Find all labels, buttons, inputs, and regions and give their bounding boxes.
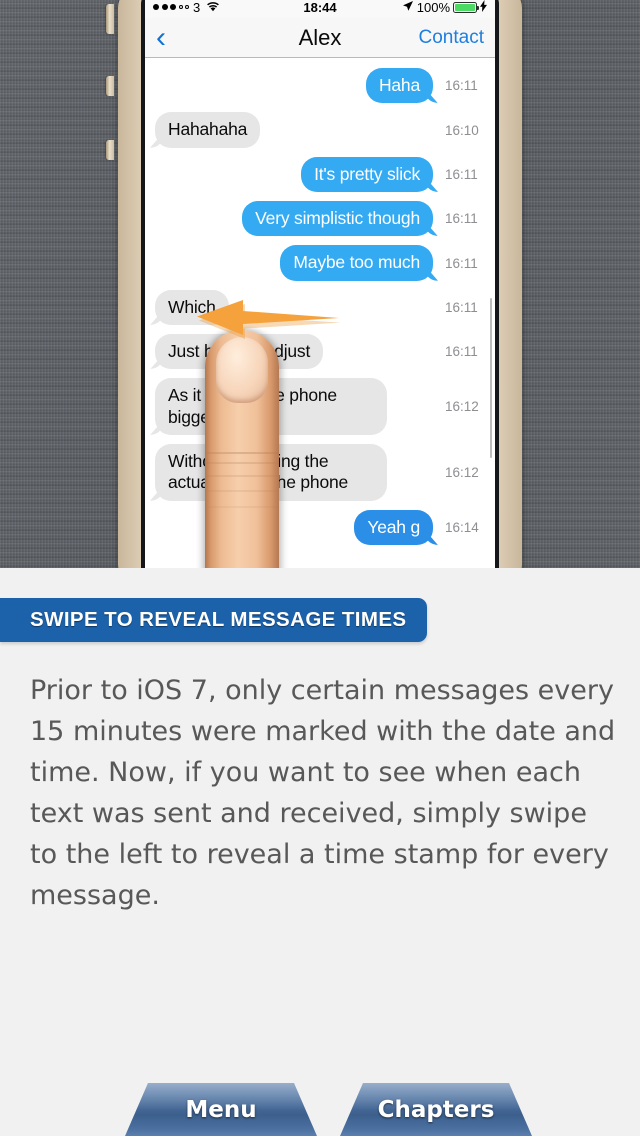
message-bubble[interactable]: Very simplistic though [242,201,433,237]
message-timestamp: 16:11 [445,166,478,182]
message-bubble[interactable]: Yeah g [354,509,433,546]
message-timestamp: 16:14 [445,519,479,535]
bottom-button-bar: Menu Chapters [0,1083,640,1136]
message-bubble[interactable]: Hahahaha [155,112,261,148]
message-row: Yeah g 16:14 [145,509,495,546]
message-row: Hahahaha 16:10 [145,112,495,148]
message-timestamp: 16:12 [445,399,479,415]
message-timestamp: 16:11 [445,344,478,360]
lightning-bolt-icon [480,0,487,15]
carrier-label: 3 [193,0,201,15]
message-bubble[interactable]: Haha [365,68,433,104]
location-arrow-icon [402,0,414,15]
message-timestamp: 16:12 [445,464,479,480]
message-timestamp: 16:11 [445,78,478,94]
tutorial-paragraph: Prior to iOS 7, only certain messages ev… [30,675,616,911]
volume-down-button [106,140,114,160]
battery-full-icon [453,1,479,13]
message-row: Just have to adjust 16:11 [145,334,495,370]
iphone-screen: 3 18:44 100% ‹ Alex Contact Haha 16:11 H… [145,0,495,568]
tutorial-text-panel: SWIPE TO REVEAL MESSAGE TIMES Prior to i… [0,568,640,1136]
status-bar-clock: 18:44 [303,0,337,15]
ios-status-bar: 3 18:44 100% [145,0,495,18]
section-banner-label: SWIPE TO REVEAL MESSAGE TIMES [30,608,407,631]
message-row: Very simplistic though 16:11 [145,201,495,237]
messages-nav-bar: ‹ Alex Contact [145,18,495,58]
message-row: Which 16:11 [145,289,495,326]
message-row: It's pretty slick 16:11 [145,156,495,193]
message-row: As it makes the phone bigger 16:12 [145,378,495,436]
status-bar-right: 100% [337,0,487,15]
message-list[interactable]: Haha 16:11 Hahahaha 16:10 It's pretty sl… [145,58,495,568]
message-timestamp: 16:10 [445,122,479,138]
message-timestamp: 16:11 [445,255,478,271]
message-bubble[interactable]: It's pretty slick [301,156,433,193]
status-bar-left: 3 [153,0,303,15]
chapters-button-label: Chapters [377,1096,495,1123]
fingernail [216,337,268,403]
menu-button[interactable]: Menu [125,1083,317,1136]
silence-switch [106,4,114,34]
contact-button[interactable]: Contact [419,27,484,49]
message-timestamp: 16:11 [445,211,478,227]
section-banner: SWIPE TO REVEAL MESSAGE TIMES [0,598,427,642]
signal-strength-icon [153,4,189,10]
message-row: Haha 16:11 [145,68,495,104]
tutorial-screenshot-photo: 3 18:44 100% ‹ Alex Contact Haha 16:11 H… [0,0,640,568]
wifi-icon [206,0,220,15]
message-row: Without changing the actual size of the … [145,444,495,501]
volume-up-button [106,76,114,96]
message-bubble[interactable]: Which [155,289,229,326]
menu-button-label: Menu [185,1096,257,1123]
message-row: Maybe too much 16:11 [145,245,495,281]
chapters-button[interactable]: Chapters [340,1083,532,1136]
finger-swiping-icon [205,330,279,568]
battery-percent-label: 100% [416,0,450,15]
message-bubble[interactable]: Maybe too much [280,245,433,281]
message-timestamp: 16:11 [445,299,478,315]
message-list-scrollbar[interactable] [489,298,492,458]
